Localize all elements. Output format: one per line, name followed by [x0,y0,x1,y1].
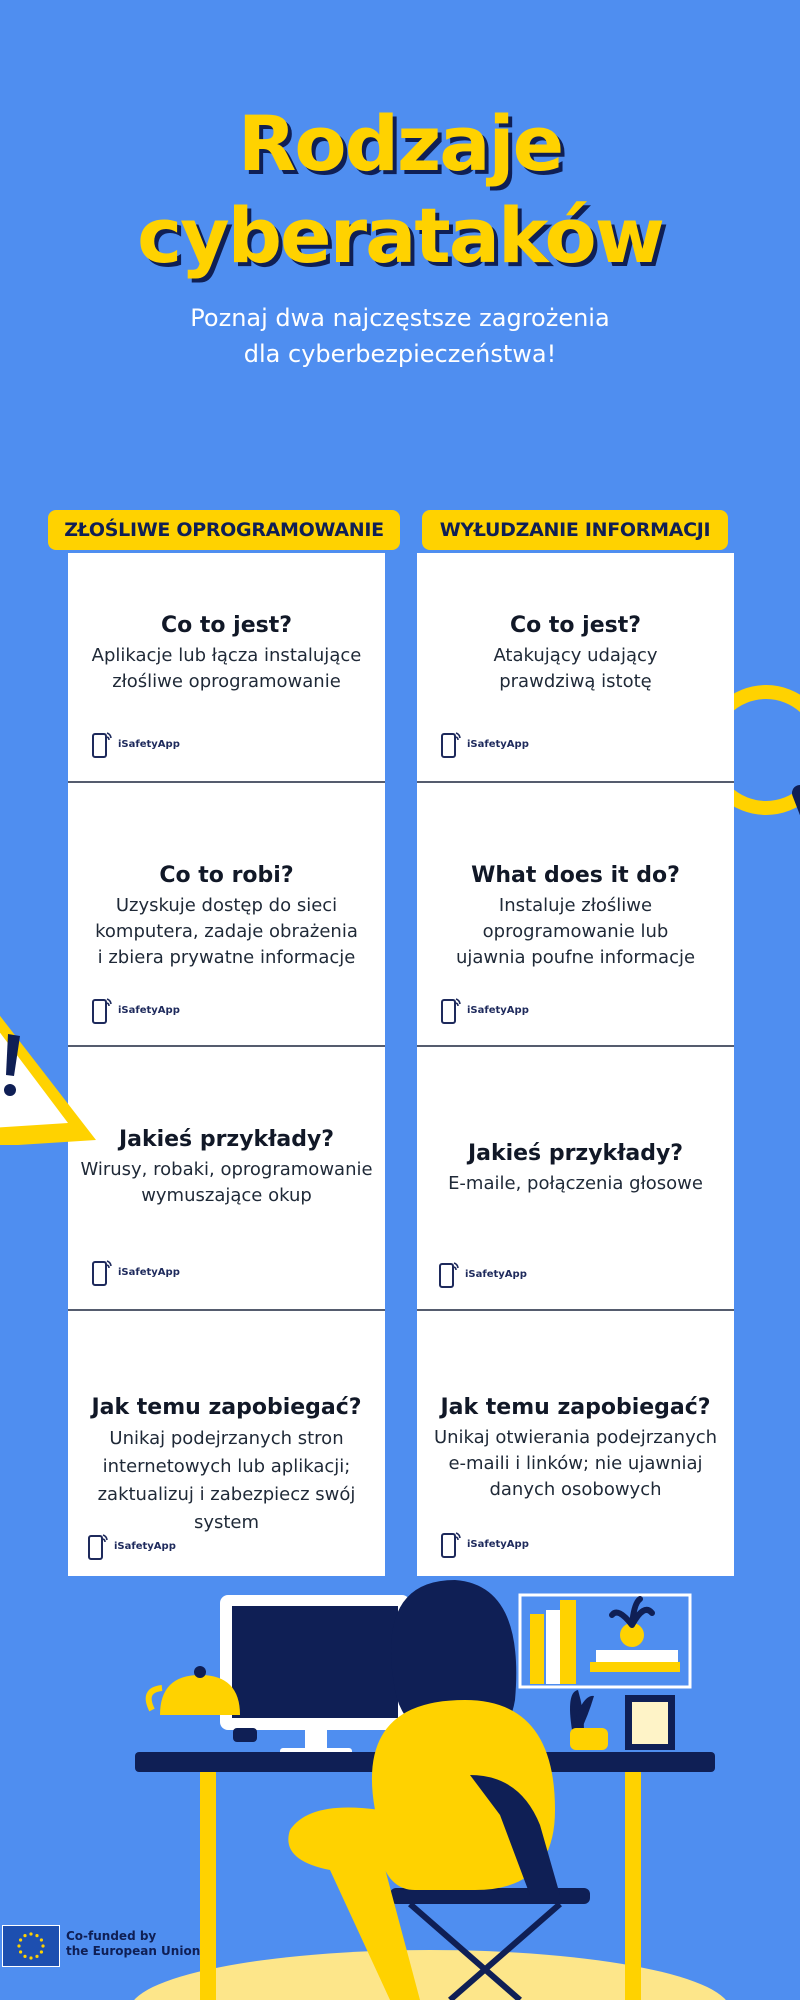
card-malware-does: Co to robi? Uzyskuje dostęp do sieci kom… [68,783,385,1047]
title-line-1: Rodzaje [237,99,564,188]
phone-signal-icon [441,998,461,1024]
phone-signal-icon [92,732,112,758]
warning-triangle-icon [0,1015,96,1145]
answer-line: Uzyskuje dostęp do sieci [115,895,338,916]
card-question: What does it do? [471,863,680,888]
answer-line: ujawnia poufne informacje [455,947,696,968]
page-subtitle: Poznaj dwa najczęstsze zagrożenia dla cy… [0,300,800,372]
answer-line: oprogramowanie lub [482,921,669,942]
brand-name: iSafetyApp [118,1004,180,1016]
eu-flag-icon [2,1925,60,1967]
answer-line: zaktualizuj i zabezpiecz swój [97,1484,356,1505]
subtitle-line-2: dla cyberbezpieczeństwa! [243,340,557,368]
card-question: Jak temu zapobiegać? [440,1395,711,1420]
answer-line: Aplikacje lub łącza instalujące [91,645,362,666]
brand-name: iSafetyApp [467,1538,529,1550]
phone-signal-icon [439,1262,459,1288]
answer-line: Unikaj podejrzanych stron [109,1428,344,1449]
page-title: Rodzaje cyberataków [0,98,800,282]
card-malware-what: Co to jest? Aplikacje lub łącza instaluj… [68,553,385,783]
brand-name: iSafetyApp [118,738,180,750]
phone-signal-icon [441,732,461,758]
card-phishing-does: What does it do? Instaluje złośliwe opro… [417,783,734,1047]
title-line-2: cyberataków [137,191,665,280]
card-question: Jak temu zapobiegać? [91,1395,362,1420]
brand-logo: iSafetyApp [439,1529,529,1559]
card-phishing-what: Co to jest? Atakujący udający prawdziwą … [417,553,734,783]
column-heading-malware: ZŁOŚLIWE OPROGRAMOWANIE [48,510,400,550]
card-phishing-examples: Jakieś przykłady? E-maile, połączenia gł… [417,1047,734,1311]
brand-logo: iSafetyApp [90,729,180,759]
card-answer: Atakujący udający prawdziwą istotę [425,643,726,695]
card-question: Co to jest? [509,613,642,638]
answer-line: Atakujący udający [493,645,658,666]
answer-line: złośliwe oprogramowanie [112,671,341,692]
phone-signal-icon [92,1260,112,1286]
card-answer: Unikaj otwierania podejrzanych e-maili i… [425,1425,726,1503]
brand-logo: iSafetyApp [90,1257,180,1287]
brand-name: iSafetyApp [114,1540,176,1552]
card-answer: Uzyskuje dostęp do sieci komputera, zada… [76,893,377,971]
card-answer: Unikaj podejrzanych stron internetowych … [76,1425,377,1537]
card-malware-prevent: Jak temu zapobiegać? Unikaj podejrzanych… [68,1311,385,1576]
answer-line: danych osobowych [489,1479,662,1500]
eu-text-line-1: Co-funded by [66,1929,157,1943]
eu-cofunded-text: Co-funded by the European Union [66,1929,200,1959]
card-question: Co to robi? [159,863,294,888]
answer-line: wymuszające okup [141,1185,312,1206]
answer-line: i zbiera prywatne informacje [97,947,356,968]
answer-line: Instaluje złośliwe [498,895,653,916]
brand-name: iSafetyApp [118,1266,180,1278]
brand-logo: iSafetyApp [86,1531,176,1561]
card-question: Jakieś przykłady? [118,1127,335,1152]
answer-line: Wirusy, robaki, oprogramowanie [80,1159,373,1180]
card-answer: Aplikacje lub łącza instalujące złośliwe… [76,643,377,695]
subtitle-line-1: Poznaj dwa najczęstsze zagrożenia [190,304,610,332]
card-phishing-prevent: Jak temu zapobiegać? Unikaj otwierania p… [417,1311,734,1576]
answer-line: Unikaj otwierania podejrzanych [433,1427,718,1448]
brand-logo: iSafetyApp [437,1259,527,1289]
card-question: Jakieś przykłady? [467,1141,684,1166]
answer-line: e-maili i linków; nie ujawniaj [448,1453,703,1474]
brand-name: iSafetyApp [467,1004,529,1016]
card-answer: Instaluje złośliwe oprogramowanie lub uj… [425,893,726,971]
brand-logo: iSafetyApp [439,995,529,1025]
phone-signal-icon [441,1532,461,1558]
brand-name: iSafetyApp [467,738,529,750]
card-answer: Wirusy, robaki, oprogramowanie wymuszają… [76,1157,377,1209]
answer-line: prawdziwą istotę [499,671,652,692]
card-question: Co to jest? [160,613,293,638]
answer-line: komputera, zadaje obrażenia [95,921,358,942]
phone-signal-icon [88,1534,108,1560]
brand-logo: iSafetyApp [439,729,529,759]
eu-text-line-2: the European Union [66,1944,201,1958]
card-malware-examples: Jakieś przykłady? Wirusy, robaki, oprogr… [68,1047,385,1311]
answer-line: internetowych lub aplikacji; [102,1456,351,1477]
brand-name: iSafetyApp [465,1268,527,1280]
answer-line: E-maile, połączenia głosowe [448,1173,703,1194]
column-heading-phishing: WYŁUDZANIE INFORMACJI [422,510,728,550]
card-answer: E-maile, połączenia głosowe [425,1171,726,1197]
